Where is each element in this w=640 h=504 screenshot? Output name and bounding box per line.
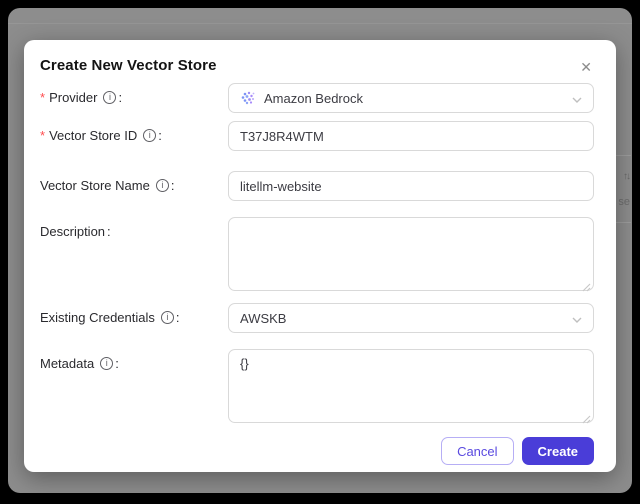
provider-label-text: Provider [49,90,98,105]
form-row-existing-credentials: Existing Credentials i : AWSKB [40,303,594,333]
background-table-divider [616,222,631,223]
sort-icon: ↑↓ [623,171,631,182]
vector-store-id-label: * Vector Store ID i : [40,121,228,143]
info-icon[interactable]: i [143,129,157,142]
form-row-vector-store-name: Vector Store Name i : [40,171,594,201]
required-marker: * [40,90,46,105]
close-icon[interactable]: ✕ [578,58,594,76]
vector-store-name-label: Vector Store Name i : [40,171,228,193]
dimmed-app-window: ↑↓ se Create New Vector Store ✕ * Provid… [8,8,632,493]
modal-title: Create New Vector Store [40,57,217,74]
chevron-down-icon [572,311,582,326]
vector-store-name-label-text: Vector Store Name [40,178,150,193]
info-icon[interactable]: i [100,357,114,370]
form-row-metadata: Metadata i : {} [40,349,594,424]
metadata-textarea[interactable]: {} [228,349,594,423]
colon: : [170,178,175,193]
existing-credentials-select-value: AWSKB [240,310,287,326]
provider-label: * Provider i : [40,83,228,105]
app-header-divider [8,23,632,24]
description-textarea[interactable] [228,217,594,291]
required-marker: * [40,128,46,143]
metadata-label-text: Metadata [40,356,95,371]
background-partial-text: se [618,196,630,208]
colon: : [107,224,111,239]
form-row-provider: * Provider i : Amazon Bedrock [40,83,594,113]
resize-handle-icon[interactable] [582,411,591,424]
info-icon[interactable]: i [160,311,174,324]
vector-store-name-input[interactable] [228,171,594,201]
description-label-text: Description [40,224,106,239]
modal-header: Create New Vector Store ✕ [40,57,594,76]
form-row-description: Description: [40,217,594,292]
description-label: Description: [40,217,228,239]
info-icon[interactable]: i [103,91,117,104]
provider-select-value: Amazon Bedrock [264,90,363,106]
background-table-divider [616,155,631,156]
amazon-bedrock-icon [240,90,256,106]
existing-credentials-label-text: Existing Credentials [40,310,155,325]
form-row-vector-store-id: * Vector Store ID i : [40,121,594,151]
cancel-button[interactable]: Cancel [441,437,514,465]
existing-credentials-label: Existing Credentials i : [40,303,228,325]
existing-credentials-select[interactable]: AWSKB [228,303,594,333]
metadata-label: Metadata i : [40,349,228,371]
chevron-down-icon [572,91,582,106]
create-vector-store-modal: Create New Vector Store ✕ * Provider i : [24,40,616,472]
vector-store-id-input[interactable] [228,121,594,151]
create-button[interactable]: Create [521,437,594,465]
resize-handle-icon[interactable] [582,279,591,292]
colon: : [118,90,123,105]
colon: : [158,128,162,143]
provider-select[interactable]: Amazon Bedrock [228,83,594,113]
colon: : [175,310,180,325]
info-icon[interactable]: i [155,179,169,192]
modal-footer: Cancel Create [40,437,594,465]
vector-store-id-label-text: Vector Store ID [49,128,138,143]
colon: : [115,356,119,371]
